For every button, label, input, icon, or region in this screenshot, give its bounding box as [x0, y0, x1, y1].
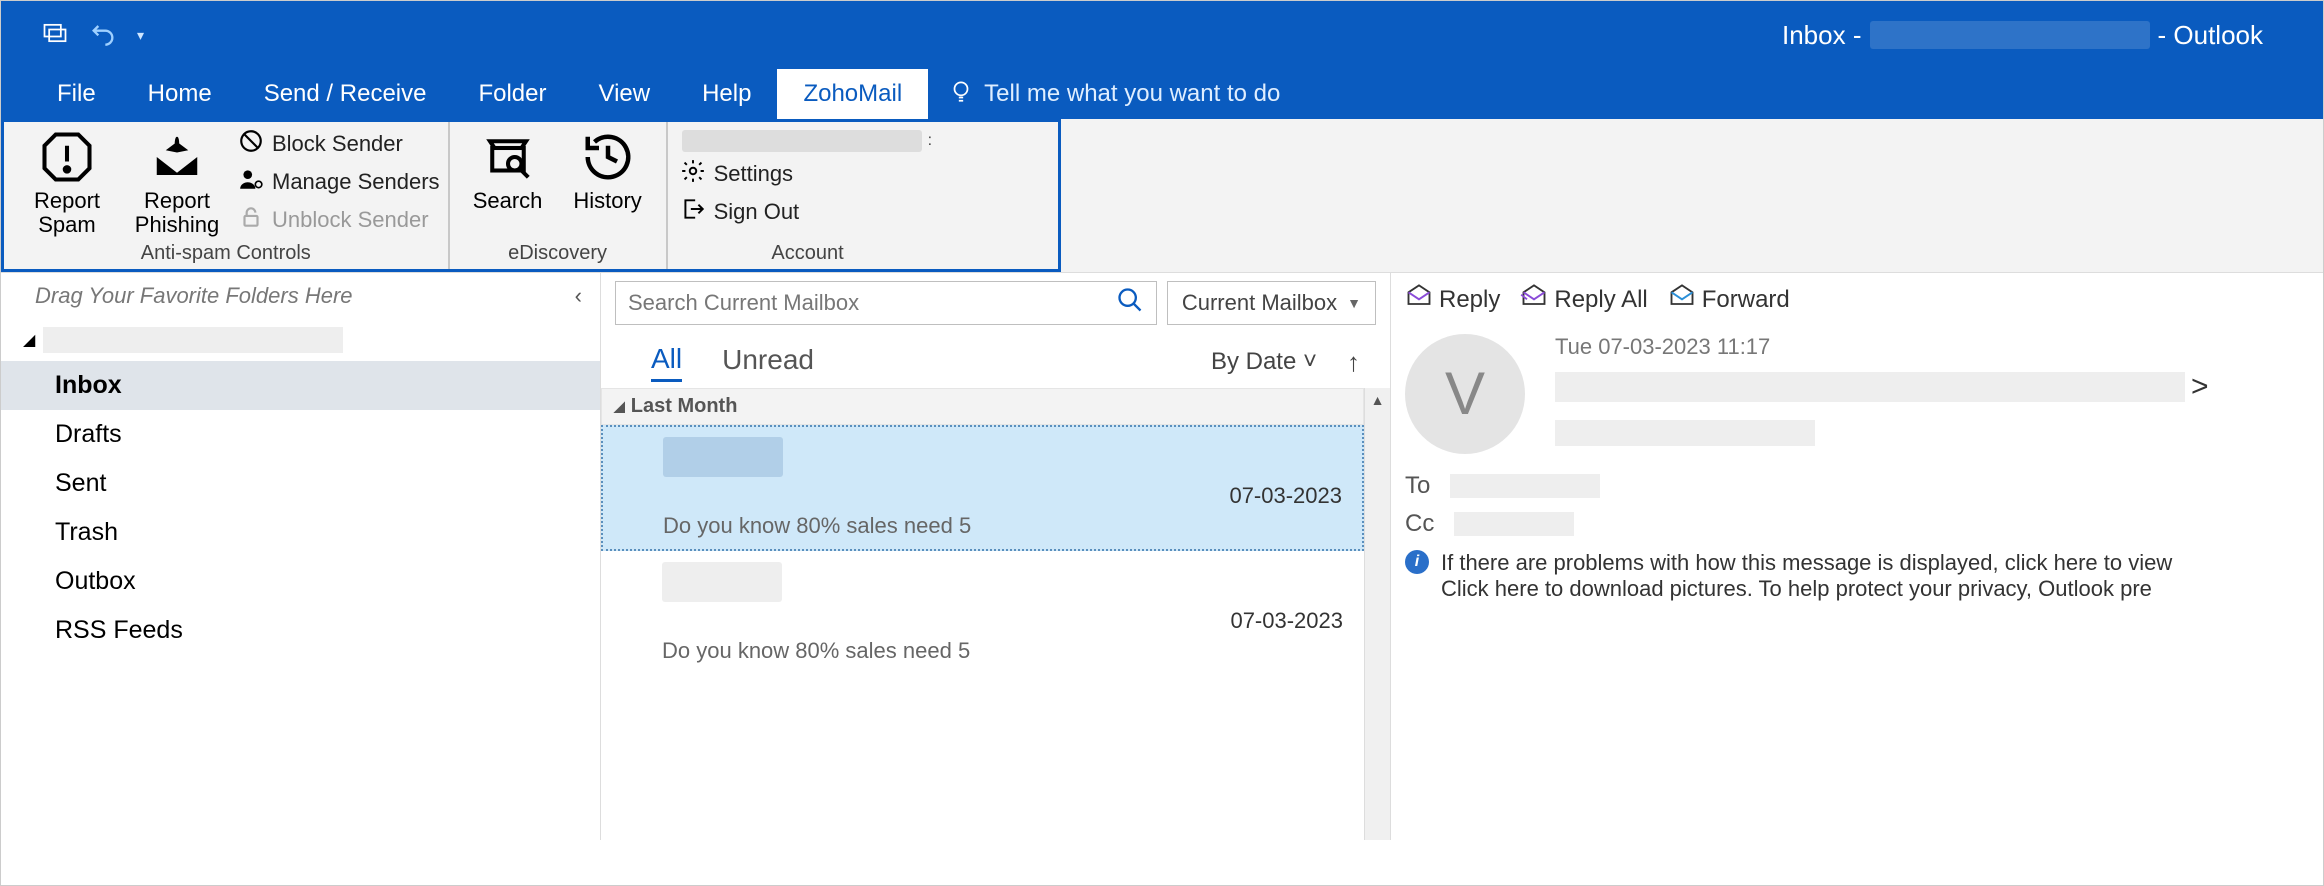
message-preview: Do you know 80% sales need 5: [662, 638, 1343, 664]
group-header[interactable]: ◢ Last Month: [601, 388, 1364, 425]
account-node[interactable]: ◢: [1, 319, 600, 361]
message-item[interactable]: 07-03-2023 Do you know 80% sales need 5: [601, 551, 1364, 675]
quick-access-toolbar: ▾: [1, 19, 144, 52]
info-icon: i: [1405, 550, 1429, 574]
qat-dropdown-icon[interactable]: ▾: [137, 27, 144, 44]
tab-file[interactable]: File: [31, 69, 122, 119]
subject-line: [1555, 420, 1815, 446]
ribbon-group-antispam: Report Spam Report Phishing Block Sender…: [4, 122, 450, 269]
block-sender-button[interactable]: Block Sender: [238, 128, 440, 160]
ediscovery-search-button[interactable]: Search: [458, 126, 558, 213]
folder-inbox[interactable]: Inbox: [1, 361, 600, 410]
main-content: Drag Your Favorite Folders Here ‹ ◢ Inbo…: [1, 272, 2323, 840]
message-item[interactable]: 07-03-2023 Do you know 80% sales need 5: [601, 425, 1364, 551]
chevron-down-icon: ▼: [1347, 295, 1361, 311]
chevron-down-icon: ˅: [1303, 348, 1317, 375]
gear-icon: [680, 158, 706, 190]
manage-senders-button[interactable]: Manage Senders: [238, 166, 440, 198]
folder-list: Inbox Drafts Sent Trash Outbox RSS Feeds: [1, 361, 600, 655]
ribbon-group-label: Anti-spam Controls: [12, 238, 440, 267]
reply-icon: [1405, 283, 1433, 318]
from-line: >: [1555, 370, 2309, 404]
folder-drafts[interactable]: Drafts: [1, 410, 600, 459]
favorites-drop-hint: Drag Your Favorite Folders Here ‹: [1, 273, 600, 319]
message-date-full: Tue 07-03-2023 11:17: [1555, 334, 2309, 370]
ediscovery-history-button[interactable]: History: [558, 126, 658, 213]
unlock-icon: [238, 204, 264, 236]
sort-direction-icon[interactable]: ↑: [1347, 347, 1360, 378]
message-list-pane: Search Current Mailbox Current Mailbox ▼…: [601, 273, 1391, 840]
tab-send-receive[interactable]: Send / Receive: [238, 69, 453, 119]
sort-by[interactable]: By Date ˅: [1211, 348, 1317, 376]
folder-rss[interactable]: RSS Feeds: [1, 606, 600, 655]
unblock-sender-button: Unblock Sender: [238, 204, 440, 236]
tab-folder[interactable]: Folder: [452, 69, 572, 119]
search-scope-dropdown[interactable]: Current Mailbox ▼: [1167, 281, 1376, 325]
lightbulb-icon: [948, 78, 974, 111]
forward-icon: [1668, 283, 1696, 318]
filter-unread[interactable]: Unread: [722, 344, 814, 380]
tab-home[interactable]: Home: [122, 69, 238, 119]
ribbon-group-label: Account: [676, 238, 940, 267]
warning-octagon-icon: [40, 130, 94, 189]
info-bar[interactable]: i If there are problems with how this me…: [1405, 550, 2309, 602]
ribbon-group-ediscovery: Search History eDiscovery: [450, 122, 668, 269]
forward-button[interactable]: Forward: [1668, 283, 1790, 318]
undo-icon[interactable]: [89, 19, 117, 52]
tell-me[interactable]: Tell me what you want to do: [928, 69, 1280, 119]
scroll-up-icon[interactable]: ▲: [1365, 388, 1390, 412]
message-date: 07-03-2023: [1229, 483, 1342, 509]
title-bar: ▾ Inbox - - Outlook: [1, 1, 2323, 69]
cc-line: Cc: [1405, 510, 2309, 538]
folder-pane: Drag Your Favorite Folders Here ‹ ◢ Inbo…: [1, 273, 601, 840]
filter-all[interactable]: All: [651, 343, 682, 382]
to-line: To: [1405, 472, 2309, 500]
send-receive-icon[interactable]: [41, 19, 69, 52]
phishing-icon: [150, 130, 204, 189]
folder-sent[interactable]: Sent: [1, 459, 600, 508]
scrollbar[interactable]: ▲: [1364, 388, 1390, 840]
report-spam-button[interactable]: Report Spam: [12, 126, 122, 238]
folder-trash[interactable]: Trash: [1, 508, 600, 557]
sign-out-icon: [680, 196, 706, 228]
search-input[interactable]: Search Current Mailbox: [615, 281, 1157, 325]
account-name: :: [676, 126, 940, 156]
report-phishing-button[interactable]: Report Phishing: [122, 126, 232, 238]
tab-zohomail[interactable]: ZohoMail: [777, 69, 928, 119]
sign-out-button[interactable]: Sign Out: [680, 196, 940, 228]
collapse-folder-pane-icon[interactable]: ‹: [575, 283, 582, 309]
menu-bar: File Home Send / Receive Folder View Hel…: [1, 69, 2323, 119]
message-preview: Do you know 80% sales need 5: [663, 513, 1342, 539]
reply-all-button[interactable]: Reply All: [1520, 283, 1647, 318]
ribbon: Report Spam Report Phishing Block Sender…: [1, 119, 1061, 272]
avatar: V: [1405, 334, 1525, 454]
tab-help[interactable]: Help: [676, 69, 777, 119]
settings-button[interactable]: Settings: [680, 158, 940, 190]
expand-icon: ◢: [23, 330, 35, 350]
reply-all-icon: [1520, 283, 1548, 318]
reply-button[interactable]: Reply: [1405, 283, 1500, 318]
user-gear-icon: [238, 166, 264, 198]
folder-outbox[interactable]: Outbox: [1, 557, 600, 606]
search-icon[interactable]: [1116, 286, 1144, 320]
collapse-icon: ◢: [614, 398, 625, 415]
reading-pane: Reply Reply All Forward V Tue 07-03-2023…: [1391, 273, 2323, 840]
ribbon-group-label: eDiscovery: [458, 238, 658, 267]
message-date: 07-03-2023: [1230, 608, 1343, 634]
tab-view[interactable]: View: [573, 69, 677, 119]
ribbon-group-account: : Settings Sign Out Account: [668, 122, 948, 269]
history-icon: [581, 130, 635, 189]
archive-search-icon: [481, 130, 535, 189]
window-title: Inbox - - Outlook: [1782, 20, 2263, 51]
block-icon: [238, 128, 264, 160]
